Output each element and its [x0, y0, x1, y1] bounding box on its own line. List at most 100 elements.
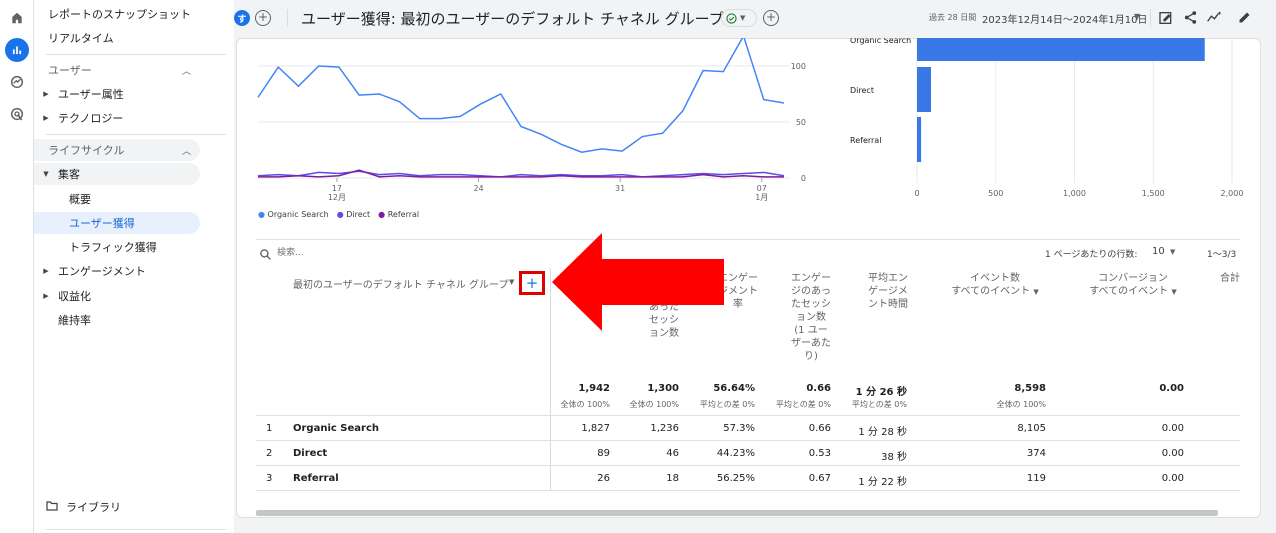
divider — [46, 134, 226, 135]
folder-icon — [46, 500, 58, 514]
rows-per-page-select[interactable]: 10 — [1152, 246, 1165, 257]
edit-icon[interactable] — [1237, 10, 1252, 29]
share-icon[interactable] — [1183, 10, 1198, 29]
add-comparison-icon[interactable]: + — [255, 10, 271, 26]
x-tick-label: 31 — [615, 184, 625, 193]
sidebar-item-monetization[interactable]: ▶ 収益化 — [34, 285, 200, 307]
rows-per-page-label: 1 ページあたりの行数: — [1045, 250, 1138, 260]
divider — [1150, 9, 1151, 27]
row-users: 26 — [597, 473, 610, 484]
total-sessions: 1,300 — [647, 383, 679, 394]
sidebar-item-label: ユーザー獲得 — [69, 217, 135, 230]
row-sessions: 1,236 — [650, 423, 679, 434]
table-row[interactable]: 1 Organic Search 1,827 1,236 57.3% 0.66 … — [256, 415, 1240, 440]
sidebar-item-label: リアルタイム — [48, 32, 114, 45]
sidebar-item-acquisition[interactable]: ▼ 集客 — [34, 163, 200, 185]
table-row[interactable]: 3 Referral 26 18 56.25% 0.67 1 分 22 秒 11… — [256, 465, 1240, 490]
sidebar-item-label: エンゲージメント — [58, 265, 146, 278]
row-avg-time: 38 秒 — [881, 452, 907, 463]
sidebar-item-label: 集客 — [58, 168, 80, 181]
legend-item-direct[interactable]: ● Direct — [337, 210, 370, 219]
search-input[interactable] — [277, 245, 477, 261]
dimension-header[interactable]: 最初のユーザーのデフォルト チャネル グループ — [293, 276, 508, 291]
col-header-engaged-sessions-per-user[interactable]: エンゲー ジのあっ たセッシ ョン数 (1 ユー ザーあた り) — [790, 272, 832, 363]
col-header-events[interactable]: イベント数 すべてのイベント ▼ — [940, 272, 1050, 299]
caret-down-icon[interactable]: ▼ — [509, 278, 514, 286]
pagination-label: 1〜3/3 — [1207, 250, 1237, 260]
row-index: 1 — [266, 423, 273, 434]
sidebar-item-user-attr[interactable]: ▶ ユーザー属性 — [34, 83, 200, 105]
sidebar-item-realtime[interactable]: リアルタイム — [34, 27, 200, 49]
col-header-conversions[interactable]: コンバージョン すべてのイベント ▼ — [1078, 272, 1188, 299]
sidebar-item-overview[interactable]: 概要 — [34, 188, 200, 210]
total-events: 8,598 — [1014, 383, 1046, 394]
y-tick-label: 50 — [796, 118, 806, 127]
caret-right-icon: ▶ — [43, 292, 49, 300]
row-channel[interactable]: Referral — [293, 473, 339, 484]
row-conversions: 0.00 — [1161, 473, 1184, 484]
legend-item-referral[interactable]: ● Referral — [378, 210, 419, 219]
page-title: ユーザー獲得: 最初のユーザーのデフォルト チャネル グループ — [301, 10, 724, 28]
legend-label: Referral — [387, 210, 420, 219]
sidebar-item-technology[interactable]: ▶ テクノロジー — [34, 107, 200, 129]
customize-report-icon[interactable] — [1158, 10, 1174, 30]
row-conversions: 0.00 — [1161, 423, 1184, 434]
row-events: 119 — [1026, 473, 1046, 484]
sidebar-section-lifecycle[interactable]: ライフサイクル ︿ — [34, 139, 200, 161]
horizontal-scrollbar[interactable] — [256, 510, 1218, 516]
x-tick-label: 500 — [988, 189, 1003, 198]
insights-icon[interactable] — [1206, 10, 1223, 29]
table-row[interactable]: 2 Direct 89 46 44.23% 0.53 38 秒 374 0.00 — [256, 440, 1240, 465]
total-eng-per-user: 0.66 — [806, 383, 831, 394]
sidebar-item-traffic-acquisition[interactable]: トラフィック獲得 — [34, 236, 200, 258]
caret-right-icon: ▶ — [43, 267, 49, 275]
row-index: 3 — [266, 473, 273, 484]
row-channel[interactable]: Direct — [293, 448, 327, 459]
add-filter-icon[interactable]: + — [763, 10, 779, 26]
legend-item-organic[interactable]: ● Organic Search — [258, 210, 329, 219]
sidebar-item-snapshot[interactable]: レポートのスナップショット — [34, 3, 200, 25]
legend-label: Direct — [346, 210, 371, 219]
row-users: 1,827 — [581, 423, 610, 434]
row-events: 374 — [1026, 448, 1046, 459]
sidebar-item-user-acquisition[interactable]: ユーザー獲得 — [34, 212, 200, 234]
caret-down-icon[interactable]: ▼ — [1170, 248, 1175, 256]
line-chart: 0 50 100 1712月 24 31 071月 — [257, 38, 806, 202]
total-engagement-rate-sub: 平均との差 0% — [699, 400, 755, 409]
sidebar-item-label: テクノロジー — [58, 112, 124, 125]
status-chip[interactable]: ▼ — [721, 9, 757, 27]
total-avg-time: 1 分 26 秒 — [855, 387, 907, 398]
home-icon[interactable] — [5, 6, 29, 30]
caret-right-icon: ▶ — [43, 90, 49, 98]
caret-down-icon: ▼ — [1171, 288, 1177, 296]
sidebar-item-label: トラフィック獲得 — [69, 241, 157, 254]
sidebar-item-label: 概要 — [69, 193, 91, 206]
col-header-avg-engagement-time[interactable]: 平均エン ゲージメ ント時間 — [866, 272, 910, 311]
add-dimension-button[interactable]: + — [519, 271, 545, 295]
sidebar-item-library[interactable]: ライブラリ — [34, 496, 200, 518]
sidebar-item-label: ユーザー属性 — [58, 88, 124, 101]
x-tick-label: 07 — [757, 184, 767, 193]
sidebar-item-engagement[interactable]: ▶ エンゲージメント — [34, 260, 200, 282]
sidebar-section-user[interactable]: ユーザー ︿ — [34, 59, 200, 81]
bar-direct — [917, 67, 932, 112]
date-range-picker[interactable]: 2023年12月14日～2024年1月10日 — [982, 11, 1147, 26]
sidebar-item-retention[interactable]: 維持率 — [34, 309, 200, 331]
advertising-icon[interactable] — [5, 102, 29, 126]
row-eng-per-user: 0.53 — [808, 448, 831, 459]
row-sessions: 18 — [666, 473, 679, 484]
x-tick-sublabel: 12月 — [328, 193, 346, 202]
y-tick-label: 0 — [801, 174, 806, 183]
divider — [256, 490, 1240, 491]
explore-icon[interactable] — [5, 70, 29, 94]
check-circle-icon — [726, 9, 737, 28]
chevron-up-icon: ︿ — [182, 146, 192, 157]
avatar[interactable]: す — [234, 10, 250, 26]
caret-down-icon[interactable]: ▼ — [1134, 12, 1140, 21]
total-sessions-sub: 全体の 100% — [629, 400, 679, 409]
date-range-prefix: 過去 28 日間 — [929, 13, 977, 22]
reports-icon[interactable] — [5, 38, 29, 62]
col-header-total[interactable]: 合計 — [1220, 272, 1240, 285]
caret-down-icon: ▼ — [43, 170, 49, 178]
row-channel[interactable]: Organic Search — [293, 423, 379, 434]
